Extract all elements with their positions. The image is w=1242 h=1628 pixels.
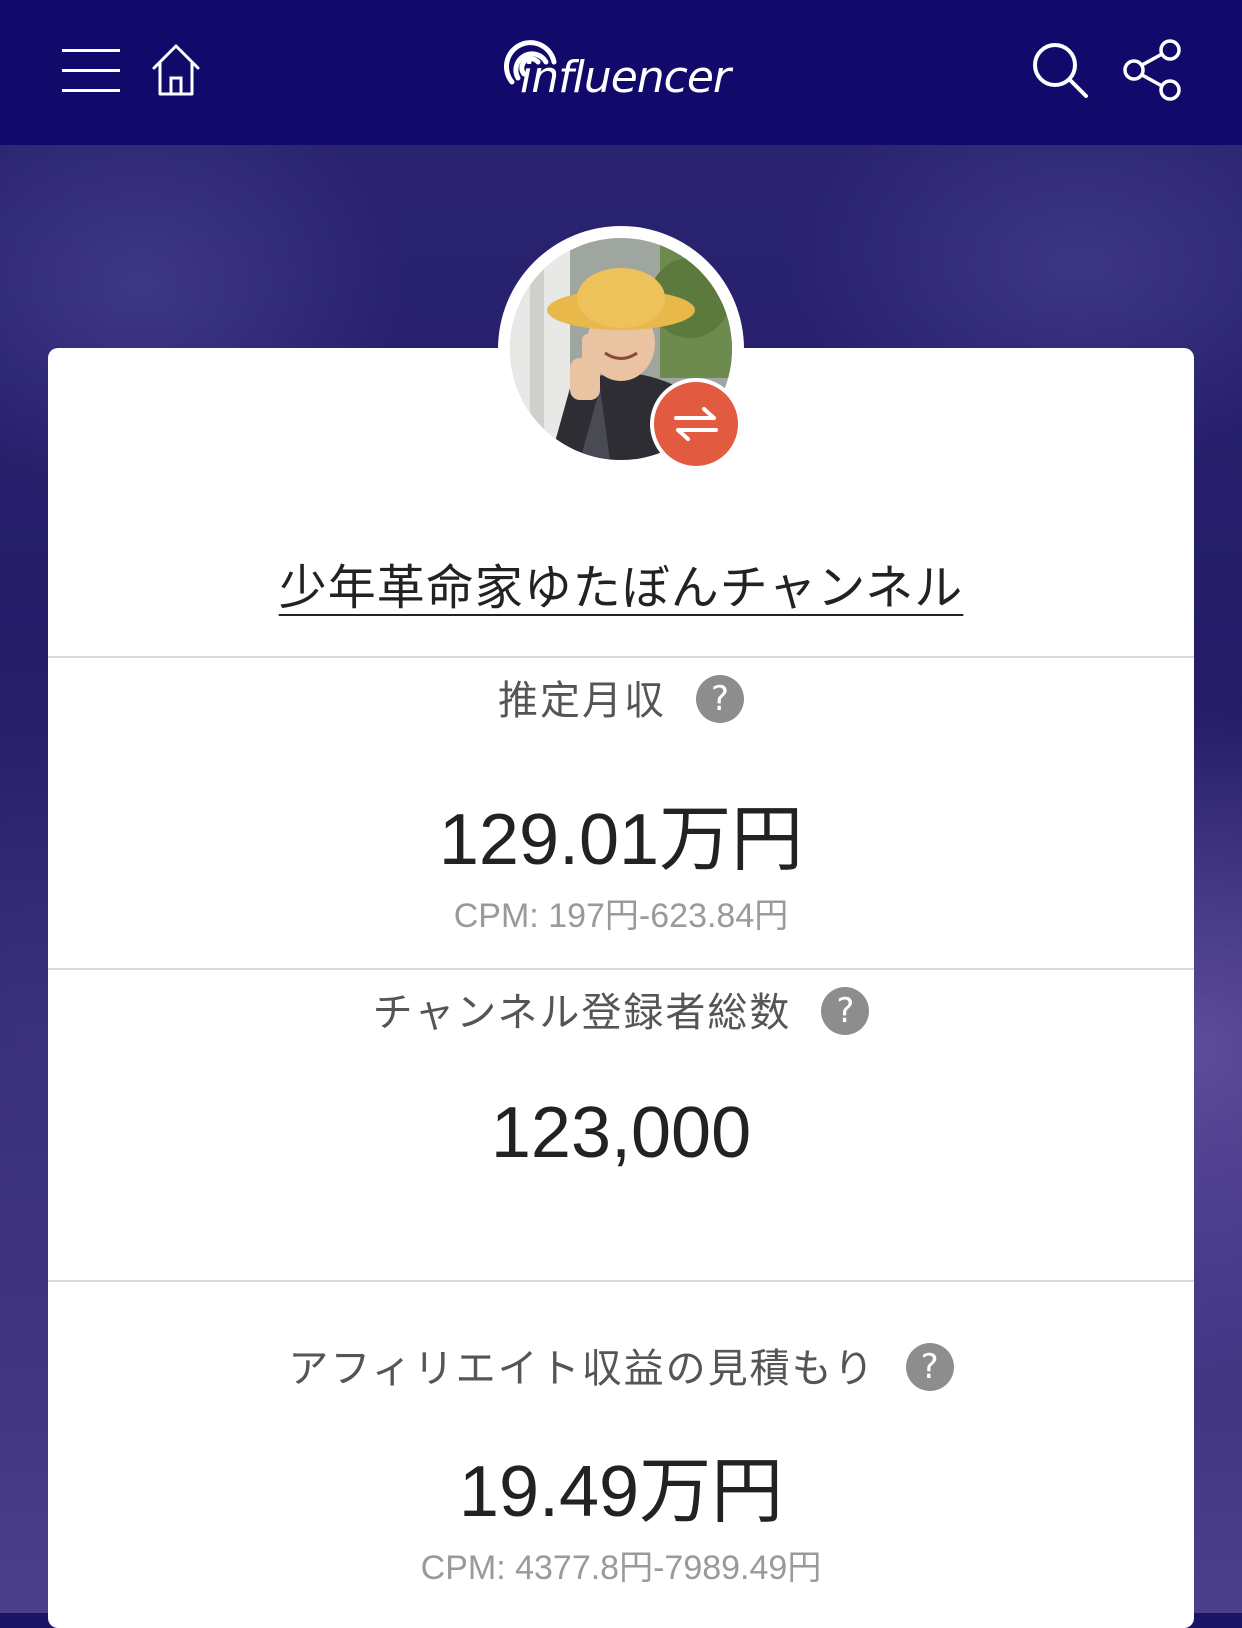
menu-icon[interactable] bbox=[62, 45, 120, 95]
monthly-income-label-text: 推定月収 bbox=[498, 678, 666, 724]
affiliate-revenue-value: 19.49万円 bbox=[458, 1452, 784, 1532]
influencer-logo[interactable]: influencer bbox=[500, 30, 740, 110]
subscriber-count-value: 123,000 bbox=[490, 1093, 752, 1173]
help-icon[interactable]: ? bbox=[696, 675, 744, 723]
home-icon[interactable] bbox=[150, 42, 202, 98]
share-icon[interactable] bbox=[1122, 38, 1186, 102]
search-icon[interactable] bbox=[1030, 40, 1090, 100]
affiliate-revenue-cpm: CPM: 4377.8円-7989.49円 bbox=[420, 1549, 822, 1587]
subscriber-count-label-text: チャンネル登録者総数 bbox=[372, 990, 792, 1036]
monthly-income-cpm: CPM: 197円-623.84円 bbox=[453, 897, 789, 935]
swap-arrows-icon[interactable] bbox=[650, 378, 742, 470]
help-icon[interactable]: ? bbox=[905, 1343, 954, 1391]
monthly-income-value: 129.01万円 bbox=[438, 800, 804, 880]
affiliate-revenue-label: アフィリエイト収益の見積もり? bbox=[0, 1336, 1242, 1395]
help-icon[interactable]: ? bbox=[821, 987, 870, 1035]
affiliate-revenue-label-text: アフィリエイト収益の見積もり bbox=[288, 1346, 876, 1392]
divider bbox=[48, 1280, 1194, 1282]
logo-text: influencer bbox=[520, 52, 731, 103]
monthly-income-label: 推定月収? bbox=[0, 668, 1242, 727]
divider bbox=[48, 968, 1194, 970]
channel-name-link[interactable]: 少年革命家ゆたぼんチャンネル bbox=[0, 548, 1242, 618]
top-navigation-bar: influencer bbox=[0, 0, 1242, 145]
subscriber-count-label: チャンネル登録者総数? bbox=[0, 980, 1242, 1039]
divider bbox=[48, 656, 1194, 658]
